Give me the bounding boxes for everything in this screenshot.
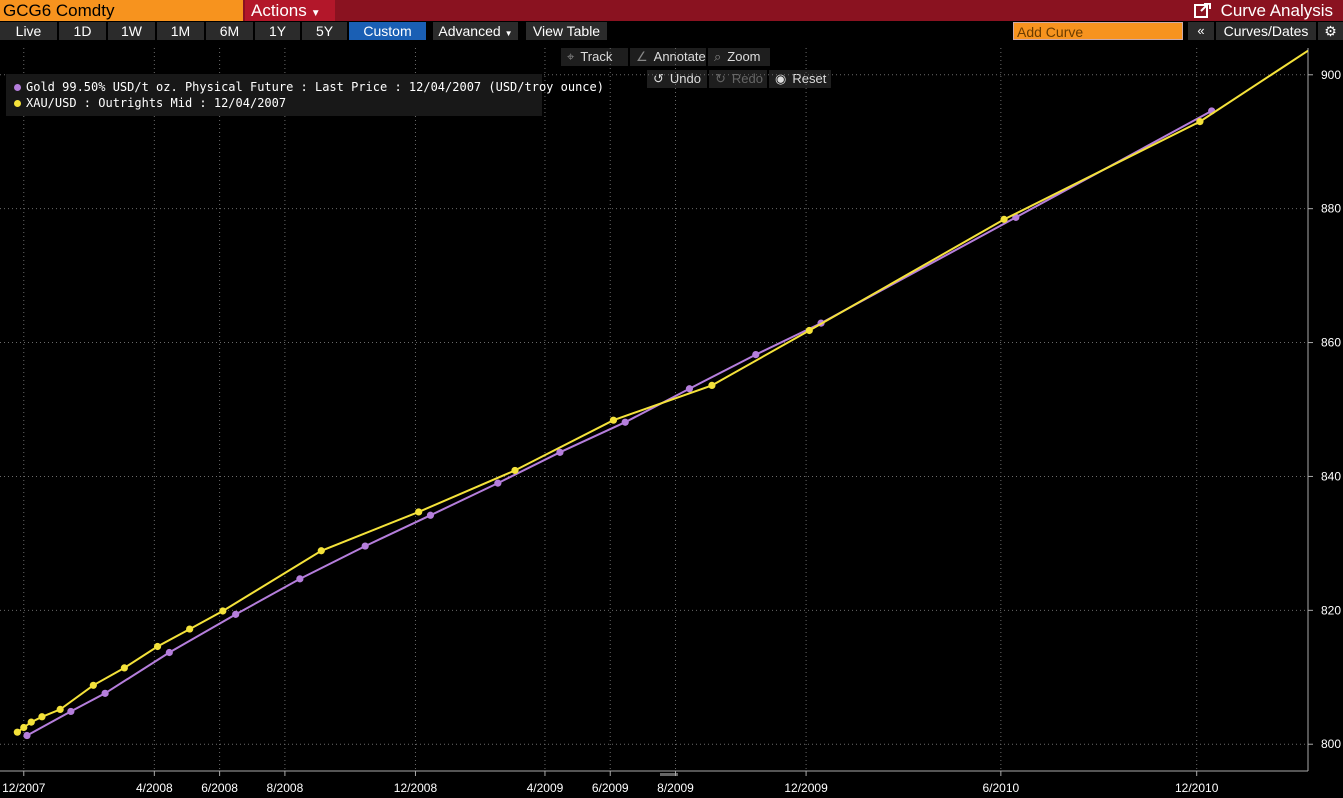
data-point-xau <box>708 381 716 389</box>
data-point-xau <box>511 466 519 475</box>
data-point-xau <box>120 664 128 672</box>
data-point-xau <box>27 718 35 726</box>
y-tick-label: 860 <box>1321 336 1341 350</box>
data-point-gold <box>165 648 173 657</box>
y-tick-label: 820 <box>1321 603 1341 617</box>
y-tick-label: 880 <box>1321 202 1341 216</box>
data-point-gold <box>23 731 31 740</box>
legend-item-gold: Gold 99.50% USD/t oz. Physical Future : … <box>14 80 604 94</box>
legend-label-xau: XAU/USD : Outrights Mid : 12/04/2007 <box>26 96 287 110</box>
data-point-xau <box>317 547 325 555</box>
data-point-xau <box>1000 215 1008 223</box>
series-line-xau <box>16 49 1308 734</box>
data-point-gold <box>101 689 109 697</box>
y-tick-label: 840 <box>1321 469 1341 483</box>
x-tick-label: 6/2010 <box>983 781 1020 795</box>
x-tick-label: 4/2009 <box>527 781 564 795</box>
data-point-gold <box>752 351 760 359</box>
x-tick-label: 12/2010 <box>1175 781 1219 795</box>
legend-item-xau: XAU/USD : Outrights Mid : 12/04/2007 <box>14 96 286 110</box>
data-point-gold <box>621 418 629 426</box>
x-tick-label: 12/2009 <box>784 781 828 795</box>
data-point-xau <box>89 681 97 689</box>
data-point-xau <box>153 642 162 651</box>
data-point-gold <box>426 511 435 519</box>
x-tick-label: 8/2008 <box>267 781 304 795</box>
data-point-gold <box>67 707 75 716</box>
data-point-xau <box>38 713 46 721</box>
y-tick-label: 800 <box>1321 737 1341 751</box>
data-point-xau <box>56 705 64 714</box>
legend-swatch-gold <box>14 84 21 91</box>
x-tick-label: 4/2008 <box>136 781 173 795</box>
data-point-xau <box>186 625 194 633</box>
x-tick-label: 6/2009 <box>592 781 629 795</box>
data-point-xau <box>1196 118 1204 126</box>
data-point-xau <box>219 607 227 615</box>
data-point-xau <box>609 416 618 424</box>
x-tick-label: 8/2009 <box>657 781 694 795</box>
y-tick-label: 900 <box>1321 68 1341 82</box>
legend-label-gold: Gold 99.50% USD/t oz. Physical Future : … <box>26 80 604 94</box>
data-point-gold <box>296 575 304 583</box>
chart-legend: Gold 99.50% USD/t oz. Physical Future : … <box>6 74 604 116</box>
data-point-gold <box>685 385 694 393</box>
data-point-xau <box>415 508 423 516</box>
curve-chart[interactable]: 800 820 840 860 880 900 12/2007 4/2008 6/2008 8/2… <box>0 0 1343 798</box>
x-tick-label: 6/2008 <box>201 781 238 795</box>
x-tick-label: 12/2008 <box>394 781 438 795</box>
data-point-xau <box>20 723 28 732</box>
x-tick-label: 12/2007 <box>2 781 46 795</box>
data-point-xau <box>13 728 21 736</box>
data-point-gold <box>232 610 240 618</box>
data-point-gold <box>494 479 502 487</box>
data-point-gold <box>361 542 369 550</box>
legend-swatch-xau <box>14 100 21 107</box>
data-point-xau <box>805 326 813 335</box>
